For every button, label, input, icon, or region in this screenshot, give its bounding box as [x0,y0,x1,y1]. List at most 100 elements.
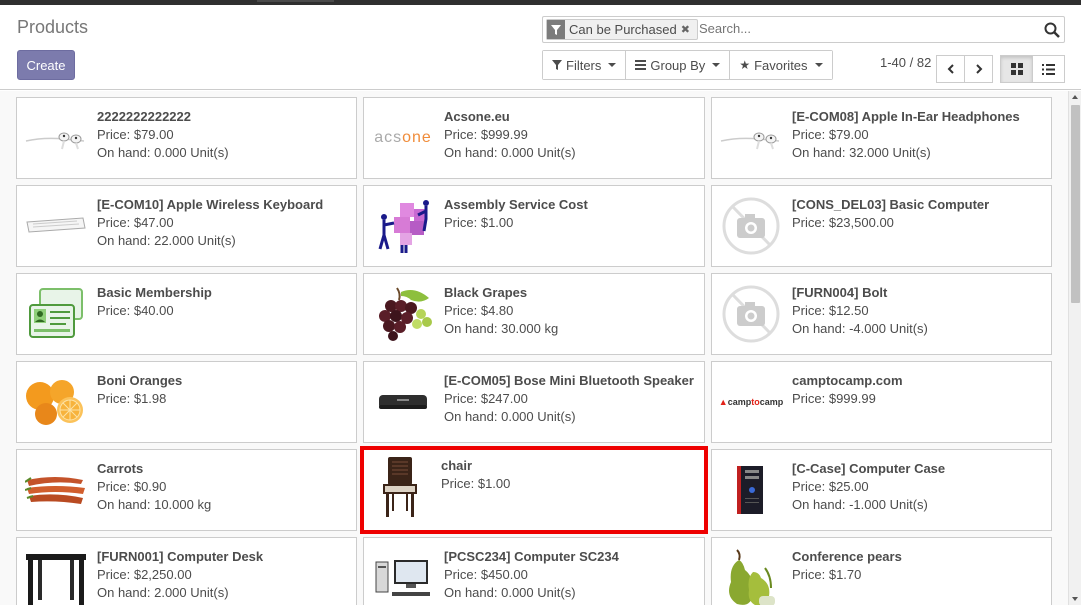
product-onhand: On hand: 10.000 kg [97,497,212,512]
product-name: [CONS_DEL03] Basic Computer [792,197,990,212]
product-price: Price: $450.00 [444,567,528,582]
product-info: Conference pears Price: $1.70 [792,548,1047,584]
product-card[interactable]: [FURN001] Computer Desk Price: $2,250.00 O… [16,537,357,605]
filters-button[interactable]: Filters [543,51,627,79]
product-onhand: On hand: 0.000 Unit(s) [444,145,576,160]
scroll-up-icon[interactable] [1072,95,1078,99]
groupby-button[interactable]: Group By [626,51,731,79]
product-card[interactable]: [PCSC234] Computer SC234 Price: $450.00 On… [363,537,705,605]
product-price: Price: $999.99 [792,391,876,406]
product-onhand: On hand: -1.000 Unit(s) [792,497,928,512]
product-card[interactable]: [E-COM10] Apple Wireless Keyboard Price: … [16,185,357,267]
view-switcher [1000,55,1065,83]
product-price: Price: $40.00 [97,303,174,318]
search-input[interactable] [699,21,1029,36]
product-name: camptocamp.com [792,373,903,388]
chevron-right-icon [975,64,982,74]
product-info: chair Price: $1.00 [441,457,700,493]
product-price: Price: $47.00 [97,215,174,230]
create-button[interactable]: Create [17,50,75,80]
product-card[interactable]: [CONS_DEL03] Basic Computer Price: $23,50… [711,185,1052,267]
product-name: chair [441,458,473,473]
product-price: Price: $79.00 [792,127,869,142]
product-info: [PCSC234] Computer SC234 Price: $450.00 On… [444,548,700,602]
product-image [370,282,436,346]
product-card[interactable]: Conference pears Price: $1.70 [711,537,1052,605]
chevron-left-icon [947,64,954,74]
product-card[interactable]: Carrots Price: $0.90 On hand: 10.000 kg [16,449,357,531]
product-image [23,546,89,605]
product-card[interactable]: [E-COM08] Apple In-Ear Headphones Price: … [711,97,1052,179]
product-image [718,106,784,170]
search-bar[interactable]: Can be Purchased ✖ [542,16,1065,43]
product-info: Acsone.eu Price: $999.99 On hand: 0.000 Un… [444,108,700,162]
product-info: Basic Membership Price: $40.00 [97,284,352,320]
product-name: [C-Case] Computer Case [792,461,946,476]
product-card[interactable]: 2222222222222 Price: $79.00 On hand: 0.000… [16,97,357,179]
product-price: Price: $0.90 [97,479,167,494]
product-image [23,458,89,522]
pager-value[interactable]: 1-40 / 82 [880,55,931,70]
product-onhand: On hand: -4.000 Unit(s) [792,321,928,336]
product-name: [E-COM08] Apple In-Ear Headphones [792,109,1020,124]
product-info: [E-COM08] Apple In-Ear Headphones Price: … [792,108,1047,162]
product-card[interactable]: [C-Case] Computer Case Price: $25.00 On ha… [711,449,1052,531]
product-price: Price: $1.98 [97,391,167,406]
search-facet: Can be Purchased ✖ [546,19,698,40]
product-info: [FURN004] Bolt Price: $12.50 On hand: -4.0… [792,284,1047,338]
product-image [370,370,436,434]
product-card[interactable]: Boni Oranges Price: $1.98 [16,361,357,443]
pager-previous-button[interactable] [936,55,965,83]
list-icon [635,60,647,70]
favorites-button[interactable]: ★ Favorites [730,51,832,79]
search-options: Filters Group By ★ Favorites [542,50,833,80]
product-image [23,282,89,346]
list-view-button[interactable] [1032,55,1065,83]
product-name: 2222222222222 [97,109,191,124]
pager-buttons [936,55,993,83]
product-name: Boni Oranges [97,373,183,388]
product-onhand: On hand: 0.000 Unit(s) [444,585,576,600]
scroll-thumb[interactable] [1071,105,1080,303]
scrollbar[interactable] [1068,91,1081,605]
product-onhand: On hand: 2.000 Unit(s) [97,585,229,600]
product-price: Price: $1.00 [441,476,511,491]
caret-down-icon [608,63,617,67]
filters-label: Filters [566,57,602,73]
pager-next-button[interactable] [964,55,993,83]
product-image [718,546,784,605]
product-price: Price: $79.00 [97,127,174,142]
product-price: Price: $999.99 [444,127,528,142]
product-name: [FURN001] Computer Desk [97,549,264,564]
kanban-view-button[interactable] [1000,55,1033,83]
product-image [23,370,89,434]
search-icon[interactable] [1044,22,1060,38]
product-grid: 2222222222222 Price: $79.00 On hand: 0.000… [16,97,1052,605]
product-card[interactable]: Black Grapes Price: $4.80 On hand: 30.000 … [363,273,705,355]
product-name: Black Grapes [444,285,528,300]
filter-icon [552,60,562,70]
facet-remove-icon[interactable]: ✖ [681,23,693,36]
product-card[interactable]: acsone Acsone.eu Price: $999.99 On hand: 0.… [363,97,705,179]
facet-label: Can be Purchased [569,22,677,37]
product-card[interactable]: chair Price: $1.00 [360,446,708,534]
product-image: acsone [370,106,436,170]
product-price: Price: $4.80 [444,303,514,318]
product-card[interactable]: [E-COM05] Bose Mini Bluetooth Speaker Pri… [363,361,705,443]
caret-down-icon [712,63,721,67]
product-card[interactable]: ▲camptocamp camptocamp.com Price: $999.99 [711,361,1052,443]
product-info: Carrots Price: $0.90 On hand: 10.000 kg [97,460,352,514]
product-image [370,546,436,605]
acsone-logo: acsone [374,129,432,146]
product-price: Price: $12.50 [792,303,869,318]
product-name: Carrots [97,461,144,476]
kanban-view: 2222222222222 Price: $79.00 On hand: 0.000… [0,91,1068,605]
product-info: 2222222222222 Price: $79.00 On hand: 0.000… [97,108,352,162]
product-name: Acsone.eu [444,109,510,124]
product-card[interactable]: Assembly Service Cost Price: $1.00 [363,185,705,267]
product-card[interactable]: Basic Membership Price: $40.00 [16,273,357,355]
product-name: Conference pears [792,549,902,564]
product-card[interactable]: [FURN004] Bolt Price: $12.50 On hand: -4.0… [711,273,1052,355]
page-title: Products [17,17,89,37]
scroll-down-icon[interactable] [1072,597,1078,601]
